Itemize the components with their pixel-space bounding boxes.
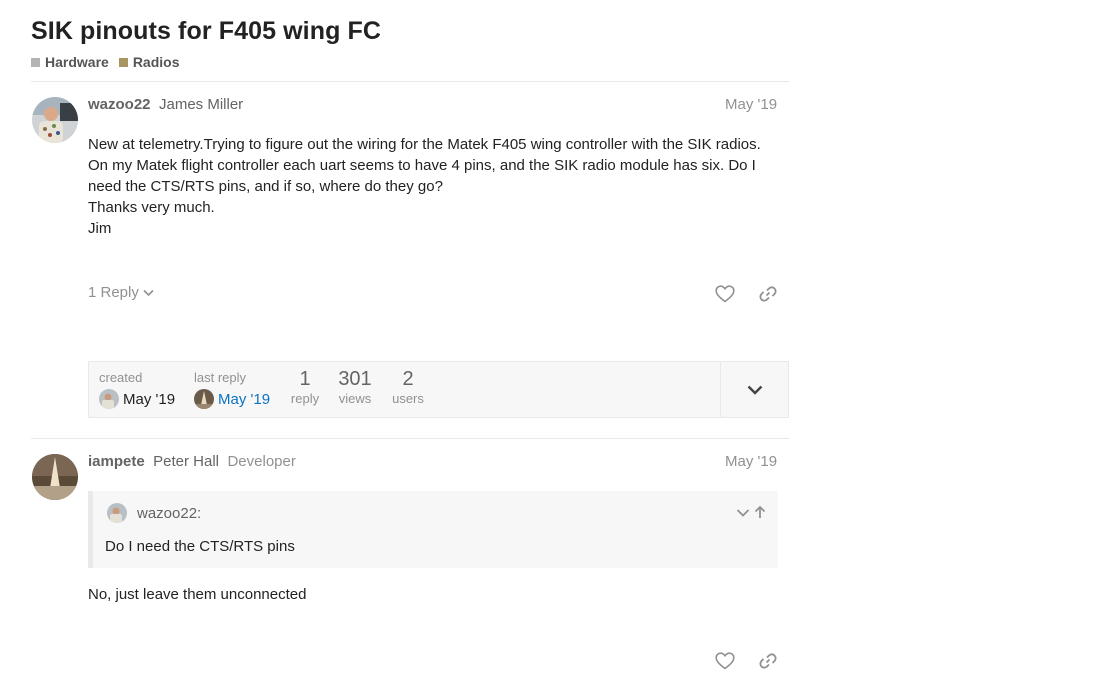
users-count-label: users bbox=[392, 391, 424, 406]
quote-header: wazoo22: bbox=[107, 503, 201, 523]
topic-title[interactable]: SIK pinouts for F405 wing FC bbox=[31, 17, 381, 46]
full-name[interactable]: James Miller bbox=[159, 96, 243, 113]
expand-quote-icon[interactable] bbox=[736, 505, 750, 524]
post-date[interactable]: May '19 bbox=[725, 96, 777, 113]
quote-text: Do I need the CTS/RTS pins bbox=[105, 538, 295, 555]
show-replies-button[interactable]: 1 Reply bbox=[88, 284, 154, 301]
post-line: On my Matek flight controller each uart … bbox=[88, 157, 756, 174]
link-icon bbox=[759, 653, 777, 669]
post-line: need the CTS/RTS pins, and if so, where … bbox=[88, 178, 443, 195]
header-divider bbox=[31, 81, 789, 82]
category-list: Hardware Radios bbox=[31, 54, 180, 70]
post-meta: wazoo22 James Miller bbox=[88, 96, 243, 114]
like-button[interactable] bbox=[714, 650, 736, 672]
quote-controls bbox=[736, 505, 766, 524]
chevron-down-icon bbox=[143, 284, 154, 301]
category-label: Radios bbox=[132, 54, 180, 70]
post-date[interactable]: May '19 bbox=[725, 453, 777, 470]
like-button[interactable] bbox=[714, 283, 736, 305]
avatar bbox=[99, 389, 119, 409]
users-count-number: 2 bbox=[402, 368, 414, 390]
expand-topic-map-button[interactable] bbox=[720, 362, 788, 417]
last-reply-value: May '19 bbox=[194, 389, 270, 409]
topic-created[interactable]: created May '19 bbox=[99, 370, 175, 409]
avatar-photo bbox=[32, 97, 78, 143]
created-date: May '19 bbox=[123, 390, 176, 408]
chevron-down-icon bbox=[747, 385, 762, 395]
reply-count: 1 reply bbox=[287, 368, 323, 406]
full-name[interactable]: Peter Hall bbox=[153, 453, 219, 470]
last-reply-label: last reply bbox=[194, 370, 247, 385]
quote-author[interactable]: wazoo22: bbox=[137, 505, 201, 522]
reply-count-number: 1 bbox=[299, 368, 311, 390]
category-label: Hardware bbox=[45, 54, 109, 70]
category-color-swatch bbox=[118, 57, 128, 67]
replies-label: 1 Reply bbox=[88, 284, 139, 301]
share-link-button[interactable] bbox=[757, 650, 779, 672]
username[interactable]: iampete bbox=[88, 453, 145, 470]
views-count: 301 views bbox=[335, 368, 375, 406]
views-count-label: views bbox=[338, 391, 372, 406]
avatar-photo bbox=[32, 454, 78, 500]
link-icon bbox=[759, 286, 777, 302]
post-meta: iampete Peter Hall Developer bbox=[88, 453, 296, 471]
last-reply-date: May '19 bbox=[218, 390, 271, 408]
go-to-quoted-post-icon[interactable] bbox=[754, 505, 766, 524]
avatar bbox=[194, 389, 214, 409]
topic-map: created May '19 last reply May '19 1 rep… bbox=[88, 361, 789, 418]
topic-last-reply[interactable]: last reply May '19 bbox=[194, 370, 270, 409]
username[interactable]: wazoo22 bbox=[88, 96, 151, 113]
quote-block: wazoo22: Do I need the CTS/RTS pins bbox=[88, 491, 778, 568]
post-line: Thanks very much. bbox=[88, 199, 215, 216]
avatar[interactable] bbox=[32, 454, 78, 500]
category-color-swatch bbox=[31, 57, 40, 67]
post-body: New at telemetry.Trying to figure out th… bbox=[88, 134, 761, 239]
created-label: created bbox=[99, 370, 143, 385]
heart-icon bbox=[715, 652, 735, 670]
post-divider bbox=[31, 438, 789, 439]
post-line: Jim bbox=[88, 220, 112, 237]
avatar[interactable] bbox=[32, 97, 78, 143]
users-count: 2 users bbox=[389, 368, 427, 406]
post-line: New at telemetry.Trying to figure out th… bbox=[88, 136, 761, 153]
avatar bbox=[107, 503, 127, 523]
category-hardware[interactable]: Hardware bbox=[31, 54, 109, 70]
heart-icon bbox=[715, 285, 735, 303]
created-value: May '19 bbox=[99, 389, 175, 409]
reply-count-label: reply bbox=[290, 391, 320, 406]
category-radios[interactable]: Radios bbox=[118, 54, 180, 70]
post-body: No, just leave them unconnected bbox=[88, 586, 307, 603]
share-link-button[interactable] bbox=[757, 283, 779, 305]
views-count-number: 301 bbox=[338, 368, 372, 390]
user-title: Developer bbox=[227, 453, 296, 470]
